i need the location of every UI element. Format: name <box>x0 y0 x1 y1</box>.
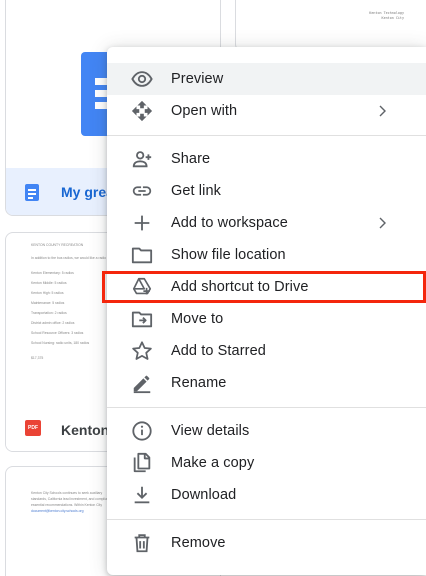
menu-item-download[interactable]: Download <box>107 479 426 511</box>
chevron-right-icon <box>376 216 388 230</box>
file-card-top-right[interactable]: Kenton Technology Kenton City <box>235 0 426 52</box>
link-icon <box>131 180 153 202</box>
menu-item-add-shortcut[interactable]: Add shortcut to Drive <box>107 271 426 303</box>
menu-item-label: Share <box>171 151 211 167</box>
menu-item-label: View details <box>171 423 250 439</box>
menu-item-label: Open with <box>171 103 238 119</box>
menu-divider <box>107 135 426 136</box>
menu-item-view-details[interactable]: View details <box>107 415 426 447</box>
folder-icon <box>131 244 153 266</box>
menu-item-add-to-starred[interactable]: Add to Starred <box>107 335 426 367</box>
menu-item-label: Make a copy <box>171 455 255 471</box>
file-thumbnail-text: standards, California lead investment, a… <box>31 497 113 501</box>
menu-item-get-link[interactable]: Get link <box>107 175 426 207</box>
menu-item-add-to-workspace[interactable]: Add to workspace <box>107 207 426 239</box>
menu-item-open-with[interactable]: Open with <box>107 95 426 127</box>
context-menu: Preview Open with Share Get link Add to … <box>107 47 426 575</box>
menu-item-label: Preview <box>171 71 224 87</box>
menu-item-remove[interactable]: Remove <box>107 527 426 559</box>
eye-icon <box>131 68 153 90</box>
file-thumbnail-text: document@kenton.city.schools.org <box>31 509 84 513</box>
rename-pencil-icon <box>131 372 153 394</box>
menu-item-rename[interactable]: Rename <box>107 367 426 399</box>
menu-divider <box>107 407 426 408</box>
menu-item-label: Add to workspace <box>171 215 288 231</box>
menu-item-label: Get link <box>171 183 221 199</box>
trash-icon <box>131 532 153 554</box>
menu-divider <box>107 519 426 520</box>
file-thumbnail-text: Kenton City Schools continues to seek au… <box>31 491 103 495</box>
menu-item-label: Download <box>171 487 237 503</box>
menu-item-move-to[interactable]: Move to <box>107 303 426 335</box>
menu-item-label: Add to Starred <box>171 343 266 359</box>
move-to-folder-icon <box>131 308 153 330</box>
menu-item-label: Show file location <box>171 247 286 263</box>
add-person-icon <box>131 148 153 170</box>
pdf-file-icon: PDF <box>25 420 41 436</box>
file-thumbnail-text: essential recommendations. Within Kenton… <box>31 503 103 507</box>
star-icon <box>131 340 153 362</box>
menu-item-preview[interactable]: Preview <box>107 63 426 95</box>
file-thumbnail-text: Kenton Technology Kenton City <box>369 11 404 20</box>
menu-item-show-file-location[interactable]: Show file location <box>107 239 426 271</box>
download-icon <box>131 484 153 506</box>
plus-icon <box>131 212 153 234</box>
menu-item-label: Move to <box>171 311 224 327</box>
menu-item-label: Remove <box>171 535 226 551</box>
open-with-icon <box>131 100 153 122</box>
chevron-right-icon <box>376 104 388 118</box>
menu-item-make-a-copy[interactable]: Make a copy <box>107 447 426 479</box>
menu-item-label: Rename <box>171 375 227 391</box>
docs-file-icon <box>25 184 39 201</box>
file-title: My grea <box>61 184 114 200</box>
drive-file-grid: My grea Kenton Technology Kenton City KE… <box>0 0 426 576</box>
info-icon <box>131 420 153 442</box>
drive-shortcut-icon <box>131 276 153 298</box>
menu-item-share[interactable]: Share <box>107 143 426 175</box>
menu-item-label: Add shortcut to Drive <box>171 279 309 295</box>
copy-icon <box>131 452 153 474</box>
